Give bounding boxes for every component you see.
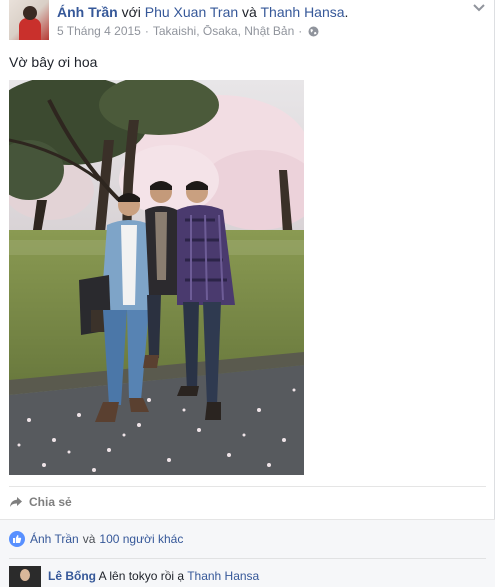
comment-item: Lê Bống A lên tokyo rồi ạ Thanh Hansa xyxy=(48,569,259,583)
comment-mention-link[interactable]: Thanh Hansa xyxy=(187,569,259,583)
likes-summary: Ánh Trần và 100 người khác xyxy=(9,531,183,547)
globe-icon[interactable] xyxy=(308,26,319,37)
and-text: và xyxy=(242,4,257,20)
post-header: Ánh Trần với Phu Xuan Tran và Thanh Hans… xyxy=(57,4,348,20)
likes-and-text: và xyxy=(82,532,96,546)
share-button[interactable]: Chia sẻ xyxy=(9,495,72,509)
author-avatar[interactable] xyxy=(9,0,49,40)
with-text: với xyxy=(121,4,141,20)
post-divider xyxy=(9,486,486,487)
commenter-avatar[interactable] xyxy=(9,566,41,587)
meta-separator-2: · xyxy=(298,24,303,38)
liker-name-link[interactable]: Ánh Trần xyxy=(30,532,79,546)
comment-author-link[interactable]: Lê Bống xyxy=(48,569,96,583)
post-photo[interactable] xyxy=(9,80,304,475)
feed-post: Ánh Trần với Phu Xuan Tran và Thanh Hans… xyxy=(0,0,495,587)
post-meta: 5 Tháng 4 2015 · Takaishi, Ōsaka, Nhật B… xyxy=(57,24,319,38)
header-period: . xyxy=(344,4,349,20)
chevron-down-icon[interactable] xyxy=(472,2,486,14)
post-date-link[interactable]: 5 Tháng 4 2015 xyxy=(57,24,141,38)
share-arrow-icon xyxy=(10,497,22,507)
tagged-friend-link-1[interactable]: Phu Xuan Tran xyxy=(145,4,238,20)
reactions-footer: Ánh Trần và 100 người khác Lê Bống A lên… xyxy=(0,519,495,587)
thumbs-up-icon xyxy=(9,531,25,547)
author-name-link[interactable]: Ánh Trần xyxy=(57,4,118,20)
post-caption: Vờ bây ơi hoa xyxy=(9,54,98,70)
share-label: Chia sẻ xyxy=(29,495,72,509)
others-link[interactable]: 100 người khác xyxy=(99,532,183,546)
tagged-friend-link-2[interactable]: Thanh Hansa xyxy=(260,4,344,20)
comment-text: A lên tokyo rồi ạ xyxy=(98,569,185,583)
location-link[interactable]: Takaishi, Ōsaka, Nhật Bản xyxy=(153,24,294,38)
comment-divider xyxy=(9,558,486,559)
meta-separator: · xyxy=(144,24,149,38)
